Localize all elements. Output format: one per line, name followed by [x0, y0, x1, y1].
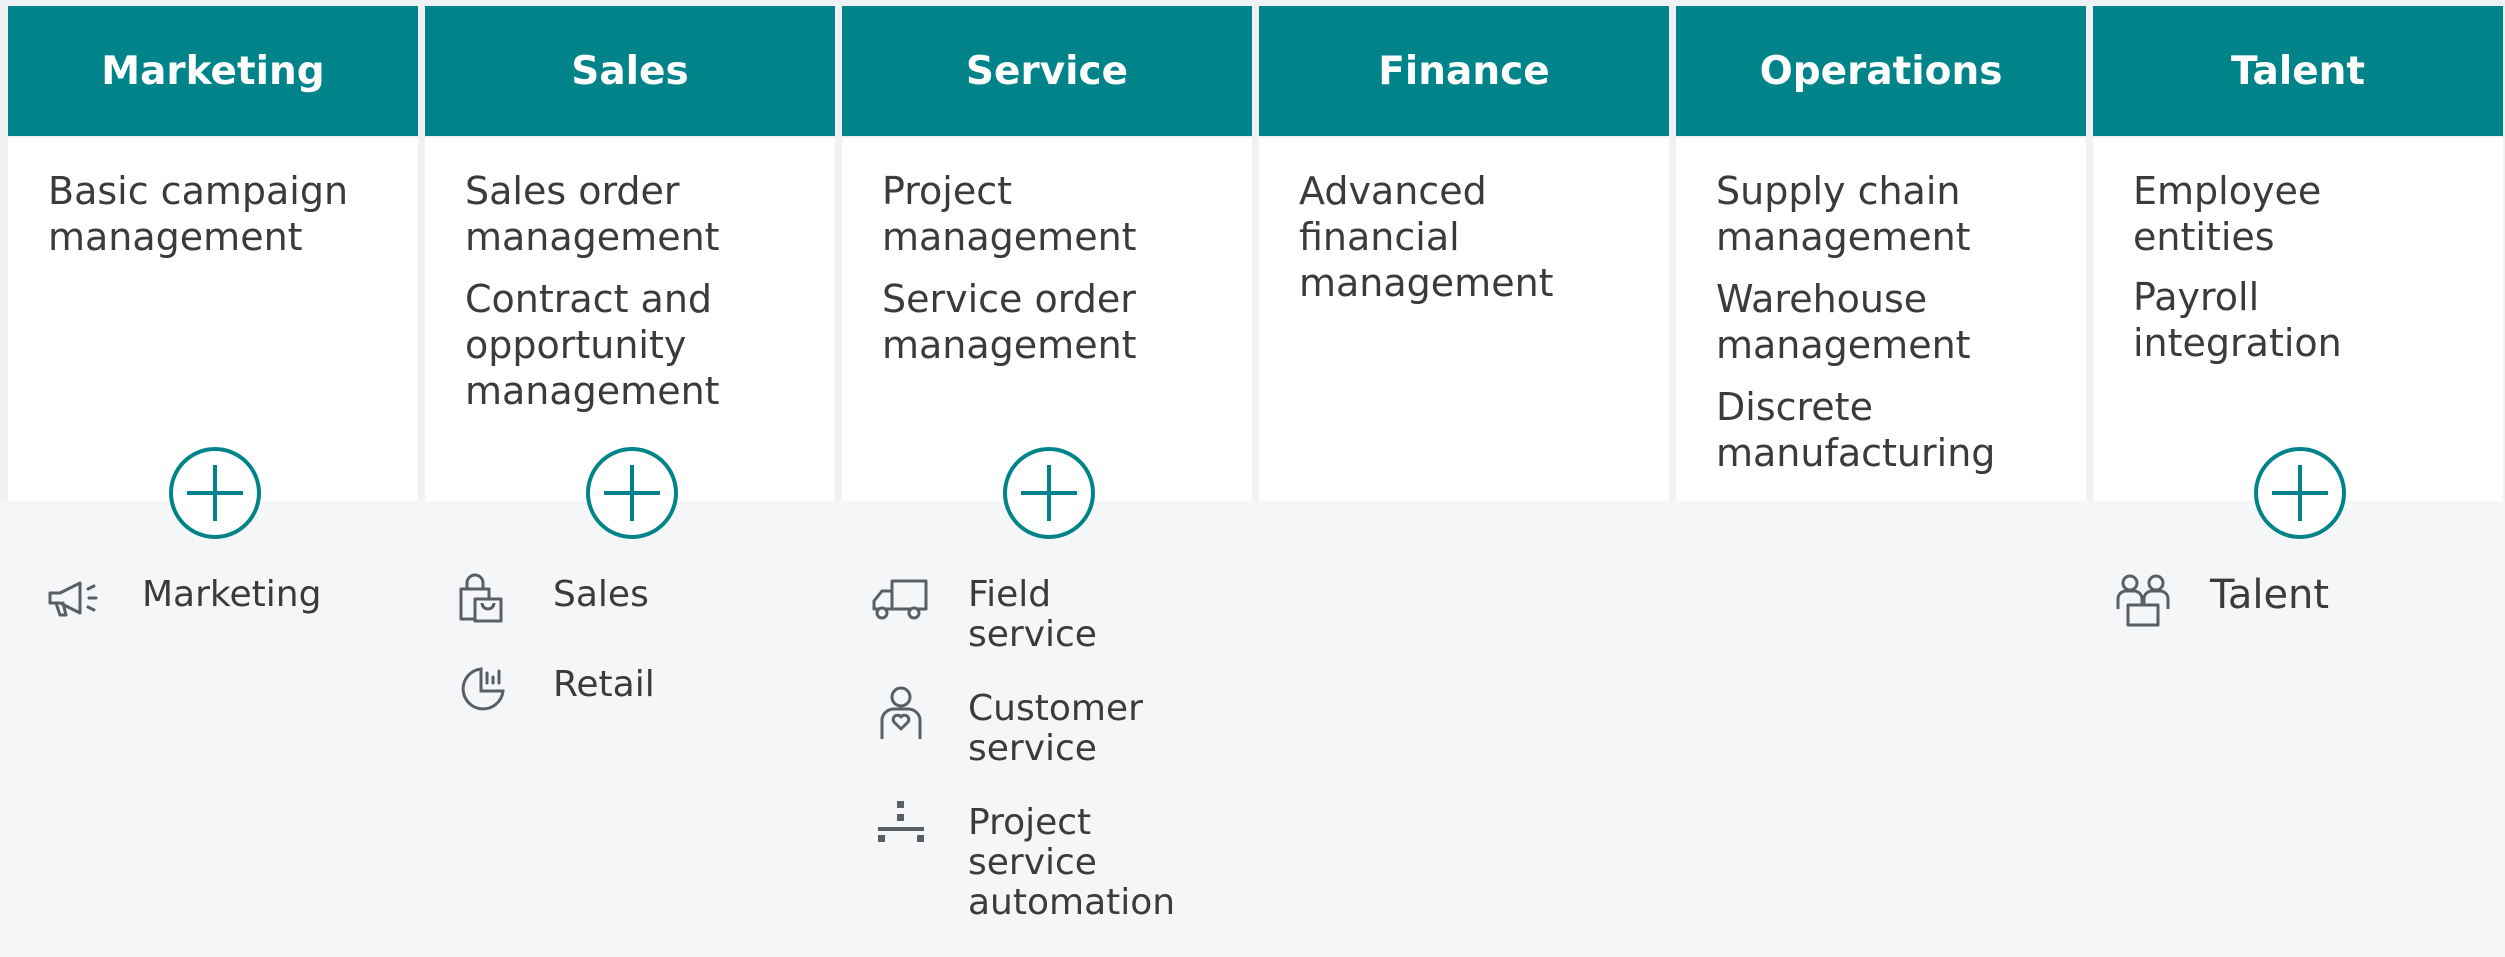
capability-item: Project management [882, 169, 1137, 259]
column-service: Service Project management Service order… [842, 6, 1252, 501]
people-icon [2112, 569, 2174, 631]
app-item: Project service automation [870, 801, 1270, 923]
app-item: Retail [455, 665, 855, 721]
shopping-bag-icon [455, 569, 517, 631]
truck-icon [870, 569, 932, 631]
app-item: Marketing [44, 575, 444, 631]
app-label: Sales [553, 574, 649, 615]
column-header: Marketing [8, 6, 418, 136]
pie-chart-icon [455, 659, 517, 721]
column-body: Supply chain management Warehouse manage… [1676, 138, 2086, 501]
column-marketing: Marketing Basic campaign management [8, 6, 418, 501]
apps-sales: Sales Retail [455, 573, 855, 755]
app-label: Customer service [968, 688, 1143, 769]
capability-item: Service order management [882, 277, 1137, 367]
apps-service: Field service Customer service Project s… [870, 575, 1270, 957]
column-header: Sales [425, 6, 835, 136]
app-item: Field service [870, 575, 1270, 655]
app-item: Customer service [870, 686, 1270, 769]
plus-circle-icon [2254, 447, 2346, 539]
app-label: Retail [553, 664, 655, 705]
capability-item: Employee entities [2133, 169, 2322, 259]
app-item: Talent [2112, 572, 2505, 631]
capability-item: Supply chain management [1716, 169, 1971, 259]
capability-item: Warehouse management [1716, 277, 1971, 367]
app-label: Field service [968, 574, 1097, 655]
plus-circle-icon [1003, 447, 1095, 539]
plus-circle-icon [586, 447, 678, 539]
app-label: Project service automation [968, 802, 1176, 923]
app-label: Marketing [142, 574, 322, 615]
column-header: Operations [1676, 6, 2086, 136]
capability-item: Contract and opportunity management [465, 277, 720, 413]
capability-item: Basic campaign management [48, 169, 349, 259]
column-body: Advanced financial management [1259, 138, 1669, 501]
hierarchy-icon [870, 797, 932, 859]
apps-marketing: Marketing [44, 575, 444, 665]
plus-circle-icon [169, 447, 261, 539]
capability-item: Advanced financial management [1299, 169, 1554, 305]
column-talent: Talent Employee entities Payroll integra… [2093, 6, 2503, 501]
column-header: Service [842, 6, 1252, 136]
capability-item: Payroll integration [2133, 275, 2342, 365]
app-item: Sales [455, 573, 855, 631]
column-sales: Sales Sales order management Contract an… [425, 6, 835, 501]
app-label: Talent [2210, 572, 2330, 618]
column-header: Talent [2093, 6, 2503, 136]
capability-item: Discrete manufacturing [1716, 385, 1996, 475]
column-operations: Operations Supply chain management Wareh… [1676, 6, 2086, 501]
column-finance: Finance Advanced financial management [1259, 6, 1669, 501]
megaphone-icon [44, 569, 106, 631]
person-heart-icon [870, 683, 932, 745]
capability-item: Sales order management [465, 169, 720, 259]
column-header: Finance [1259, 6, 1669, 136]
apps-talent: Talent [2112, 572, 2505, 665]
